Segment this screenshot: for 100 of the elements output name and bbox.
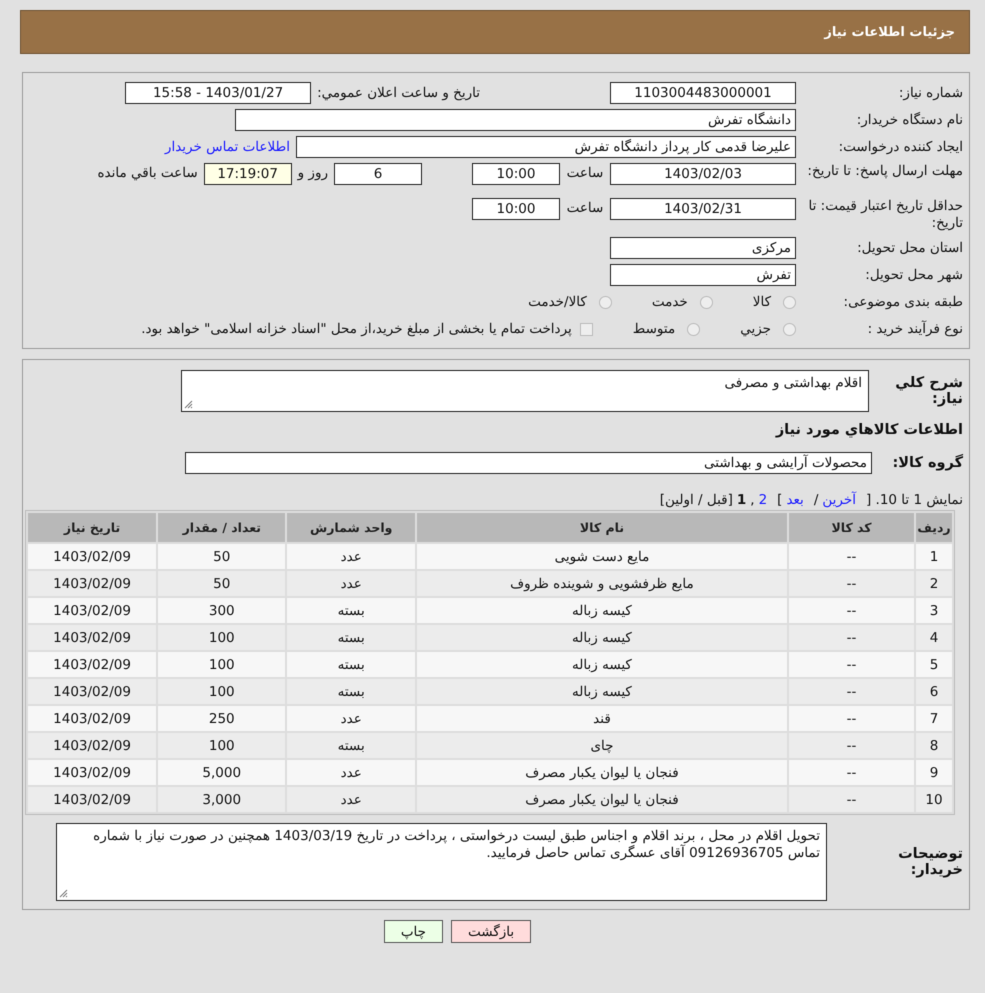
table-cell: 3 (916, 598, 952, 623)
table-cell: عدد (287, 706, 415, 731)
field-label: شهر محل تحویل: (864, 267, 963, 283)
table-cell: -- (788, 571, 914, 596)
table-cell: 1403/02/09 (28, 760, 156, 785)
input-field[interactable]: دانشگاه تفرش (235, 109, 796, 131)
resize-grip-icon[interactable] (59, 889, 68, 898)
pager-link[interactable]: آخرین (822, 492, 856, 508)
table-cell: فنجان یا لیوان یکبار مصرف (416, 760, 787, 785)
table-cell: 100 (158, 733, 286, 758)
option-label: خدمت (652, 294, 688, 310)
table-cell: 1403/02/09 (28, 733, 156, 758)
table-cell: -- (788, 733, 914, 758)
table-cell: مایع دست شویی (416, 544, 787, 569)
field-label: شماره نیاز: (898, 85, 963, 101)
table-cell: 8 (916, 733, 952, 758)
input-field[interactable]: 1103004483000001 (610, 82, 796, 104)
input-field[interactable]: محصولات آرایشی و بهداشتی (185, 452, 872, 474)
checkbox-label: پرداخت تمام یا بخشی از مبلغ خرید،از محل "اسناد خزانه اسلامی" خواهد بود. (141, 321, 572, 337)
input-field[interactable]: 6 (334, 163, 422, 185)
table-cell: 9 (916, 760, 952, 785)
field-label: توضیحات خریدار: (897, 846, 963, 878)
table-cell: 1403/02/09 (28, 652, 156, 677)
option-label: جزيي (740, 321, 771, 337)
table-cell: 10 (916, 787, 952, 812)
table-cell: 1403/02/09 (28, 625, 156, 650)
checkbox[interactable] (580, 322, 593, 336)
table-cell: مایع ظرفشویی و شوینده ظروف (416, 571, 787, 596)
table-cell: -- (788, 652, 914, 677)
table-cell: 1403/02/09 (28, 598, 156, 623)
table-cell: 50 (158, 544, 286, 569)
pager-link[interactable]: بعد (786, 492, 804, 508)
pager-text: , (750, 492, 755, 508)
table-cell: -- (788, 625, 914, 650)
table-cell: 300 (158, 598, 286, 623)
table-cell: بسته (287, 679, 415, 704)
table-cell: 5 (916, 652, 952, 677)
column-header: نام کالا (416, 513, 787, 542)
table-cell: 50 (158, 571, 286, 596)
input-field[interactable]: 1403/01/27 - 15:58 (125, 82, 312, 104)
table-cell: 7 (916, 706, 952, 731)
table-cell: 1403/02/09 (28, 544, 156, 569)
input-field[interactable]: علیرضا قدمی کار پرداز دانشگاه تفرش (296, 136, 796, 158)
table-cell: چای (416, 733, 787, 758)
field-label: ساعت (566, 200, 604, 216)
table-cell: 2 (916, 571, 952, 596)
radio-button[interactable] (783, 322, 796, 336)
pager-link[interactable]: 2 (758, 492, 768, 508)
section-heading: اطلاعات کالاهاي مورد نياز (774, 422, 963, 438)
contact-link[interactable]: اطلاعات تماس خریدار (164, 139, 290, 155)
option-label: متوسط (632, 321, 676, 337)
radio-button[interactable] (783, 296, 796, 308)
radio-button[interactable] (687, 322, 700, 336)
input-field[interactable]: 10:00 (472, 163, 560, 185)
table-cell: 1403/02/09 (28, 571, 156, 596)
field-label: شرح کلي نياز: (894, 375, 963, 407)
column-header: تاریخ نیاز (28, 513, 156, 542)
table-cell: -- (788, 544, 914, 569)
column-header: تعداد / مقدار (158, 513, 286, 542)
table-cell: کیسه زباله (416, 679, 787, 704)
pager-text: / (814, 492, 818, 508)
table-cell: -- (788, 787, 914, 812)
resize-grip-icon[interactable] (184, 400, 193, 409)
radio-button[interactable] (700, 296, 713, 308)
table-cell: -- (788, 598, 914, 623)
table-cell: 5,000 (158, 760, 286, 785)
back-button[interactable]: بازگشت (451, 920, 532, 943)
pager-text: [قبل / اولین] (660, 492, 733, 508)
table-cell: بسته (287, 598, 415, 623)
table-cell: 4 (916, 625, 952, 650)
description-field[interactable]: اقلام بهداشتی و مصرفی (181, 370, 869, 412)
table-cell: عدد (287, 760, 415, 785)
field-label: استان محل تحویل: (856, 240, 963, 256)
pager-text: ] (777, 492, 782, 508)
table-cell: 100 (158, 625, 286, 650)
table-cell: -- (788, 760, 914, 785)
field-label: نام دستگاه خریدار: (856, 112, 963, 128)
input-field[interactable]: 1403/02/31 (610, 198, 796, 220)
input-field[interactable]: 1403/02/03 (610, 163, 796, 185)
table-cell: عدد (287, 571, 415, 596)
table-cell: بسته (287, 733, 415, 758)
option-label: کالا/خدمت (528, 294, 587, 310)
table-cell: -- (788, 706, 914, 731)
field-label: ایجاد کننده درخواست: (838, 139, 963, 155)
input-field[interactable]: تفرش (610, 264, 796, 286)
option-label: کالا (752, 294, 771, 310)
field-label: طبقه بندی موضوعی: (842, 294, 963, 310)
radio-button[interactable] (598, 296, 612, 308)
notes-field[interactable]: تحویل اقلام در محل ، برند اقلام و اجناس طبق لیست درخواستی ، پرداخت در تاریخ 1403/03/19 همچنین در صورت نیاز با شماره تماس 09126936705 آقای عسگری تماس حاصل فرمایید. (56, 823, 827, 901)
table-cell: 100 (158, 679, 286, 704)
table-cell: بسته (287, 625, 415, 650)
table-cell: کیسه زباله (416, 625, 787, 650)
input-field[interactable]: مرکزی (610, 237, 796, 259)
table-cell: عدد (287, 787, 415, 812)
column-header: ردیف (916, 513, 952, 542)
table-cell: 3,000 (158, 787, 286, 812)
current-page: 1 (736, 492, 746, 508)
table-cell: عدد (287, 544, 415, 569)
input-field[interactable]: 10:00 (472, 198, 560, 220)
print-button[interactable]: چاپ (384, 920, 444, 943)
